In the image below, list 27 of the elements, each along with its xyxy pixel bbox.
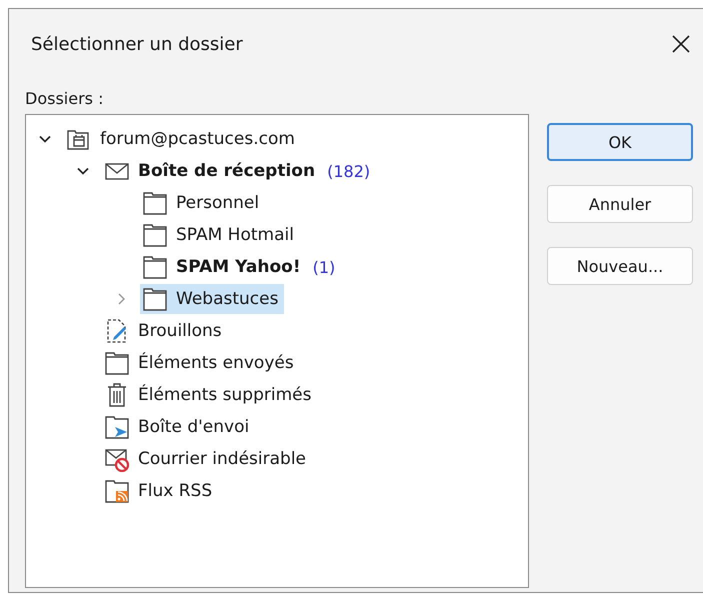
folders-label: Dossiers : <box>25 89 104 108</box>
folder-icon <box>142 222 168 248</box>
unread-count: (1) <box>312 258 336 276</box>
tree-item[interactable]: SPAM Hotmail <box>140 220 300 250</box>
tree-item[interactable]: Flux RSS <box>102 476 218 506</box>
tree-item[interactable]: SPAM Yahoo! (1) <box>140 252 342 282</box>
tree-item[interactable]: Boîte d'envoi <box>102 412 256 442</box>
folder-icon <box>142 286 168 312</box>
tree-item[interactable]: forum@pcastuces.com <box>64 124 301 154</box>
close-icon[interactable] <box>671 34 691 54</box>
tree-item[interactable]: Brouillons <box>102 316 228 346</box>
tree-item[interactable]: Éléments supprimés <box>102 380 318 410</box>
folder-icon <box>142 190 168 216</box>
tree-item[interactable]: Courrier indésirable <box>102 444 312 474</box>
folder-icon <box>104 350 130 376</box>
new-folder-button[interactable]: Nouveau... <box>547 247 693 285</box>
unread-count: (182) <box>327 162 370 180</box>
folder-icon <box>142 254 168 280</box>
rss-folder-icon <box>104 478 130 504</box>
tree-item[interactable]: Éléments envoyés <box>102 348 300 378</box>
send-folder-icon <box>104 414 130 440</box>
tree-item[interactable]: Webastuces <box>140 284 284 314</box>
cancel-button[interactable]: Annuler <box>547 185 693 223</box>
window-title: Sélectionner un dossier <box>31 34 243 54</box>
ok-button[interactable]: OK <box>547 123 693 161</box>
tree-item[interactable]: Personnel <box>140 188 266 218</box>
tree-item[interactable]: Boîte de réception (182) <box>102 156 376 186</box>
